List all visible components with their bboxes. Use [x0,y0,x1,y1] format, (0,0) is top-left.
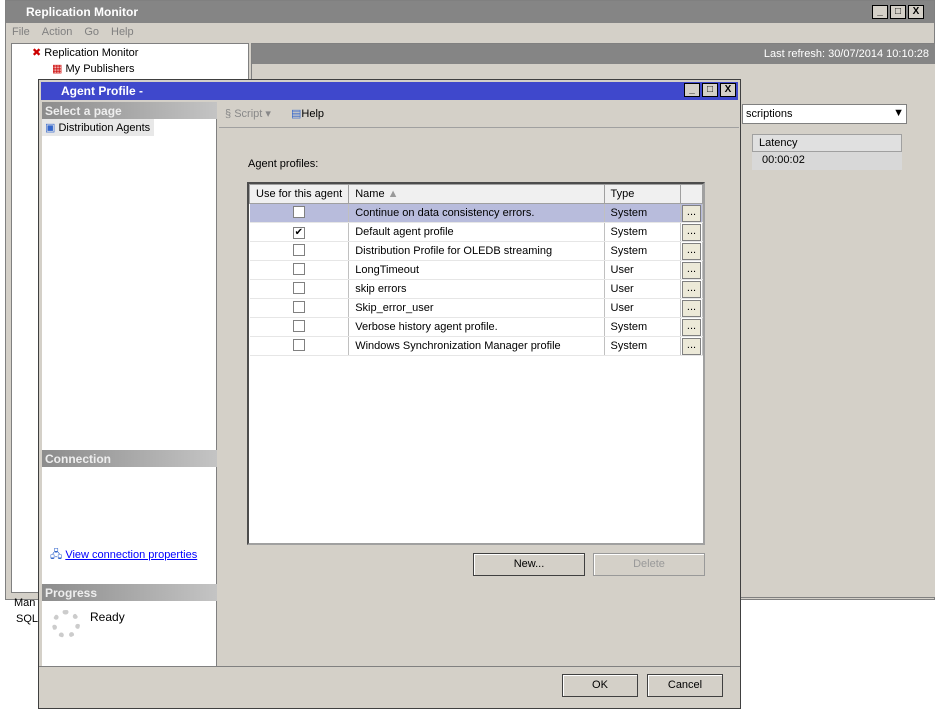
profile-properties-button[interactable]: ... [681,337,701,355]
profile-type: User [604,279,681,299]
page-selector-pane: Select a page ▣ Distribution Agents Conn… [42,102,217,667]
profile-name: Distribution Profile for OLEDB streaming [348,241,605,261]
divider [39,666,740,667]
minimize-button[interactable]: _ [872,5,888,19]
profile-name: Default agent profile [348,222,605,242]
cancel-button[interactable]: Cancel [647,674,723,697]
profile-name: LongTimeout [348,260,605,280]
profile-row[interactable]: LongTimeout User... [249,260,704,280]
menu-file[interactable]: File [12,26,30,38]
main-title-bar: Replication Monitor [6,1,934,23]
connection-header: Connection [42,450,217,467]
dialog-toolbar: § Script ▾ ▤Help [219,102,739,128]
agent-profiles-label: Agent profiles: [248,158,319,170]
menu-action[interactable]: Action [42,26,73,38]
profile-type: System [604,203,681,223]
use-checkbox[interactable]: ✔ [249,222,350,242]
dialog-close-button[interactable]: X [720,83,736,97]
profile-type: User [604,298,681,318]
delete-button[interactable]: Delete [593,553,705,576]
tree-item-man[interactable]: Man [14,597,35,609]
connection-icon: 🖧 [50,549,63,561]
profile-name: Continue on data consistency errors. [348,203,605,223]
col-use-for-agent[interactable]: Use for this agent [248,184,350,204]
view-connection-properties-link[interactable]: 🖧 View connection properties [50,546,197,565]
tree-item-my-publishers[interactable]: ▦ My Publishers [52,62,135,75]
profile-type: System [604,317,681,337]
tree-item-sql[interactable]: SQL [16,613,38,625]
menu-help[interactable]: Help [111,26,134,38]
profile-row[interactable]: Windows Synchronization Manager profile S… [249,336,704,356]
profile-name: Verbose history agent profile. [348,317,605,337]
page-icon: ▣ [45,122,56,134]
replication-monitor-icon: ✖ [32,47,42,59]
col-actions [679,184,704,204]
profile-type: System [604,241,681,261]
col-type[interactable]: Type [603,184,681,204]
profile-properties-button[interactable]: ... [681,318,701,336]
publishers-icon: ▦ [52,63,63,75]
profile-name: Windows Synchronization Manager profile [348,336,605,356]
profile-properties-button[interactable]: ... [681,261,701,279]
profile-properties-button[interactable]: ... [681,204,701,222]
profile-row[interactable]: Distribution Profile for OLEDB streaming… [249,241,704,261]
use-checkbox[interactable] [249,298,350,318]
maximize-button[interactable]: □ [890,5,906,19]
tree-item-replication-monitor[interactable]: ✖ Replication Monitor [32,46,138,59]
profile-row[interactable]: Continue on data consistency errors. Syst… [249,203,704,223]
profile-type: System [604,222,681,242]
profile-name: skip errors [348,279,605,299]
new-button[interactable]: New... [473,553,585,576]
agent-profile-dialog: Agent Profile - _ □ X Select a page ▣ Di… [38,79,741,709]
profile-properties-button[interactable]: ... [681,223,701,241]
menu-go[interactable]: Go [84,26,99,38]
profile-name: Skip_error_user [348,298,605,318]
progress-header: Progress [42,584,217,601]
dialog-minimize-button[interactable]: _ [684,83,700,97]
help-icon: ▤ [291,108,302,120]
chevron-down-icon: ▼ [893,107,904,119]
latency-value: 00:00:02 [752,152,902,170]
use-checkbox[interactable] [249,317,350,337]
last-refresh: Last refresh: 30/07/2014 10:10:28 [252,44,935,64]
profile-properties-button[interactable]: ... [681,280,701,298]
use-checkbox[interactable] [249,203,350,223]
profile-type: User [604,260,681,280]
script-button[interactable]: § Script ▾ [225,107,271,120]
progress-status: Ready [90,610,125,624]
use-checkbox[interactable] [249,279,350,299]
subscriptions-dropdown[interactable]: scriptions ▼ [742,104,907,124]
profile-row[interactable]: Verbose history agent profile. System... [249,317,704,337]
use-checkbox[interactable] [249,241,350,261]
sort-ascending-icon: ▲ [387,188,399,200]
profile-row[interactable]: Skip_error_user User... [249,298,704,318]
agent-profiles-grid: Use for this agent Name ▲ Type Continue on… [247,182,705,545]
close-button[interactable]: X [908,5,924,19]
dialog-title: Agent Profile - [61,84,144,98]
profile-row[interactable]: skip errors User... [249,279,704,299]
use-checkbox[interactable] [249,336,350,356]
profile-properties-button[interactable]: ... [681,299,701,317]
select-page-header: Select a page [42,102,217,119]
menu-bar: File Action Go Help [12,26,146,38]
profile-row[interactable]: ✔ Default agent profile System... [249,222,704,242]
use-checkbox[interactable] [249,260,350,280]
dialog-maximize-button[interactable]: □ [702,83,718,97]
progress-spinner-icon [52,610,80,638]
profile-type: System [604,336,681,356]
help-button[interactable]: ▤Help [291,107,324,120]
profile-properties-button[interactable]: ... [681,242,701,260]
ok-button[interactable]: OK [562,674,638,697]
latency-header[interactable]: Latency [752,134,902,152]
page-distribution-agents[interactable]: ▣ Distribution Agents [42,119,154,136]
dialog-title-bar: Agent Profile - [41,82,738,100]
col-name[interactable]: Name ▲ [348,184,605,204]
main-title: Replication Monitor [26,5,138,19]
